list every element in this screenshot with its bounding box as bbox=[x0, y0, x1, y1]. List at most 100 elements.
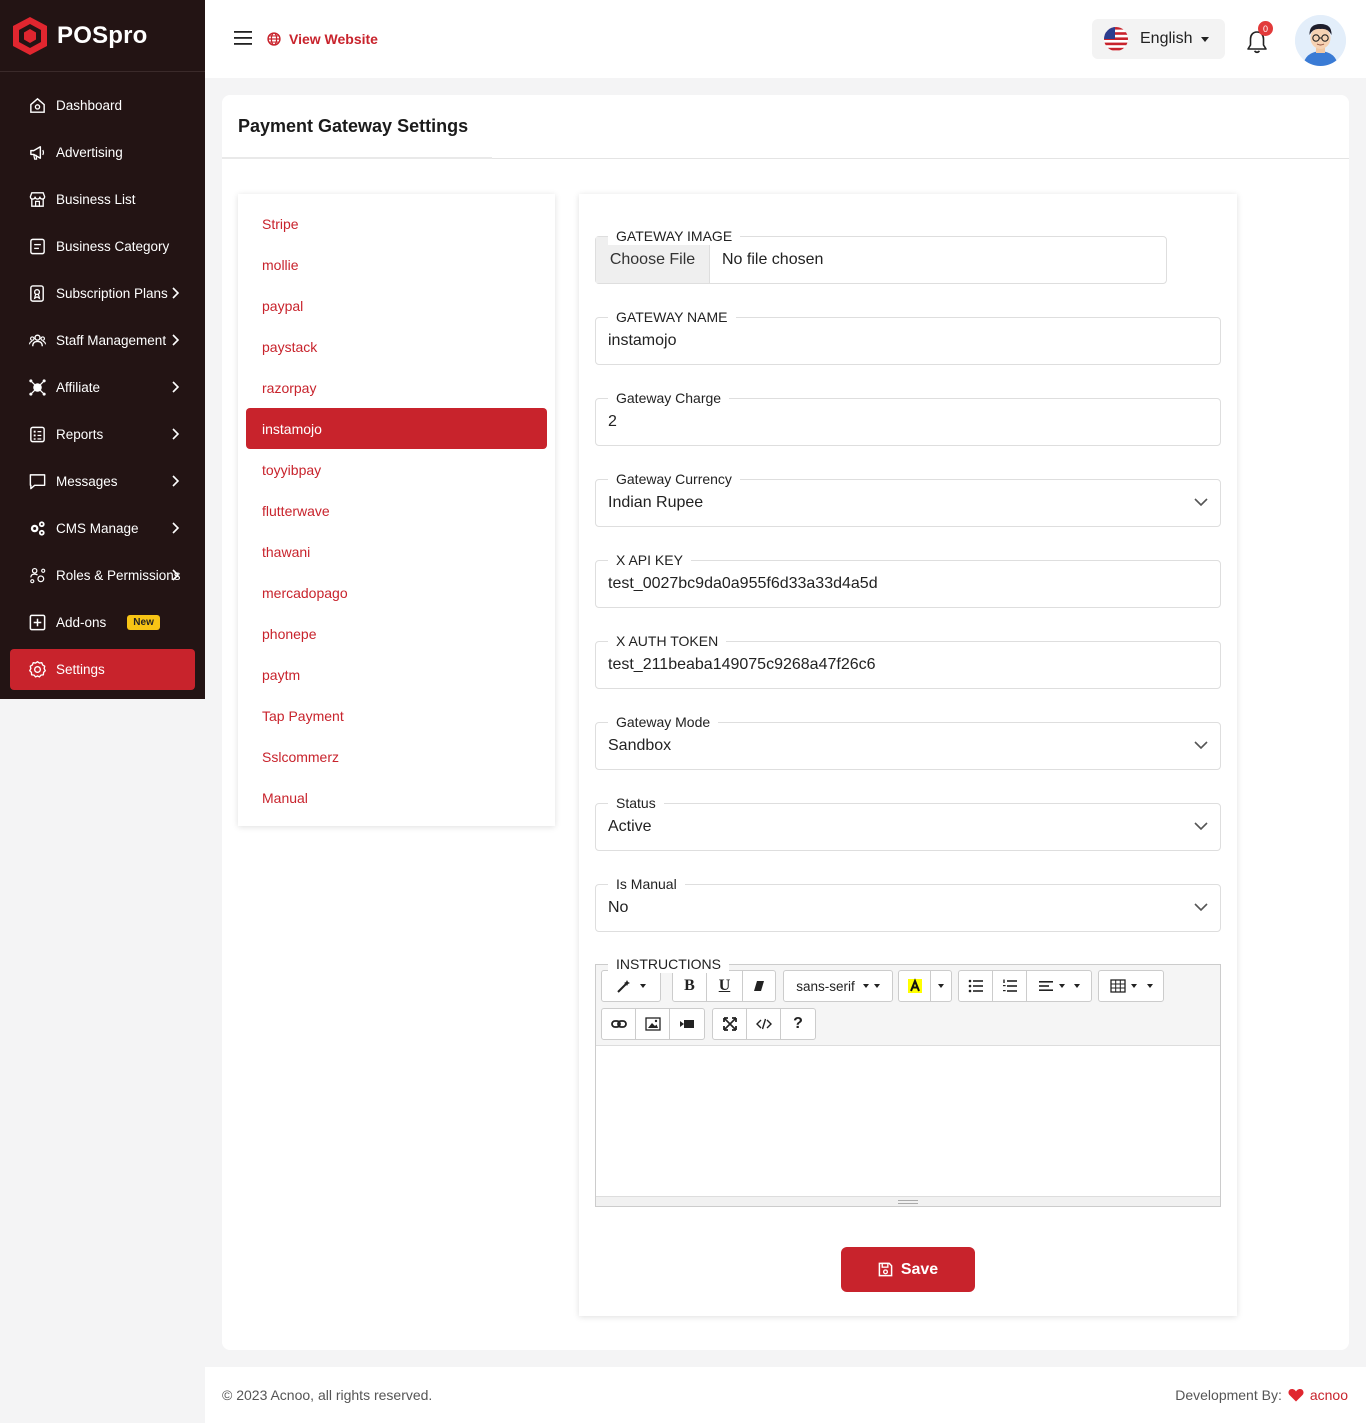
gateway-item-paystack[interactable]: paystack bbox=[246, 326, 547, 367]
editor-toolbar: B U sans-serif ? bbox=[596, 965, 1220, 1046]
sidebar-item-cms-manage[interactable]: CMS Manage bbox=[10, 508, 195, 549]
sidebar-item-reports[interactable]: Reports bbox=[10, 414, 195, 455]
insert-image-button[interactable] bbox=[636, 1009, 670, 1039]
status-label: Status bbox=[608, 794, 664, 812]
expand-icon bbox=[722, 1017, 737, 1031]
sidebar-item-business-category[interactable]: Business Category bbox=[10, 226, 195, 267]
gateway-item-mercadopago[interactable]: mercadopago bbox=[246, 572, 547, 613]
gateway-currency-select[interactable]: Gateway Currency Indian Rupee bbox=[595, 470, 1221, 527]
brand-name: POSpro bbox=[57, 21, 148, 49]
paragraph-align-button[interactable] bbox=[1027, 971, 1091, 1001]
instructions-textarea[interactable] bbox=[596, 1046, 1220, 1196]
megaphone-icon bbox=[27, 143, 47, 163]
table-button[interactable] bbox=[1099, 971, 1163, 1001]
view-website-link[interactable]: View Website bbox=[267, 31, 378, 47]
chevron-right-icon bbox=[172, 428, 180, 440]
magic-style-button[interactable] bbox=[602, 971, 660, 1001]
x-auth-token-input[interactable]: X AUTH TOKEN test_211beaba149075c9268a47… bbox=[595, 632, 1221, 689]
color-dropdown-button[interactable] bbox=[931, 971, 951, 1001]
heart-icon bbox=[1288, 1389, 1304, 1402]
gateway-item-razorpay[interactable]: razorpay bbox=[246, 367, 547, 408]
reports-icon bbox=[27, 425, 47, 445]
gateway-image-label: GATEWAY IMAGE bbox=[608, 227, 741, 245]
x-api-key-input[interactable]: X API KEY test_0027bc9da0a955f6d33a33d4a… bbox=[595, 551, 1221, 608]
list-icon bbox=[27, 237, 47, 257]
chevron-right-icon bbox=[172, 475, 180, 487]
eraser-button[interactable] bbox=[743, 971, 775, 1001]
staff-icon bbox=[27, 331, 47, 351]
save-label: Save bbox=[900, 1260, 939, 1278]
sidebar-item-label: Affiliate bbox=[56, 380, 101, 395]
sidebar-item-affiliate[interactable]: Affiliate bbox=[10, 367, 195, 408]
chevron-down-icon bbox=[1194, 903, 1208, 912]
table-icon bbox=[1109, 979, 1126, 993]
sidebar-item-dashboard[interactable]: Dashboard bbox=[10, 85, 195, 126]
gateway-form: Choose File No file chosen GATEWAY IMAGE… bbox=[579, 194, 1237, 1316]
sidebar-item-add-ons[interactable]: Add-ons New bbox=[10, 602, 195, 643]
underline-button[interactable]: U bbox=[707, 971, 743, 1001]
gateway-item-mollie[interactable]: mollie bbox=[246, 244, 547, 285]
insert-link-button[interactable] bbox=[602, 1009, 636, 1039]
numbered-list-icon bbox=[1002, 979, 1017, 992]
editor-resize-handle[interactable] bbox=[596, 1196, 1220, 1206]
brand[interactable]: POSpro bbox=[0, 0, 205, 72]
font-family-button[interactable]: sans-serif bbox=[784, 971, 892, 1001]
sidebar-item-roles-permissions[interactable]: Roles & Permissions bbox=[10, 555, 195, 596]
code-view-button[interactable] bbox=[747, 1009, 781, 1039]
gateway-item-manual[interactable]: Manual bbox=[246, 777, 547, 818]
is-manual-label: Is Manual bbox=[608, 875, 685, 893]
store-icon bbox=[27, 190, 47, 210]
eraser-icon bbox=[754, 981, 764, 991]
gateway-item-toyyibpay[interactable]: toyyibpay bbox=[246, 449, 547, 490]
sidebar-item-subscription-plans[interactable]: Subscription Plans bbox=[10, 273, 195, 314]
gateway-item-paypal[interactable]: paypal bbox=[246, 285, 547, 326]
is-manual-select[interactable]: Is Manual No bbox=[595, 875, 1221, 932]
sidebar-item-staff-management[interactable]: Staff Management bbox=[10, 320, 195, 361]
save-button[interactable]: Save bbox=[841, 1247, 975, 1292]
fullscreen-button[interactable] bbox=[713, 1009, 747, 1039]
text-color-button[interactable] bbox=[899, 971, 931, 1001]
gateway-charge-input[interactable]: Gateway Charge 2 bbox=[595, 389, 1221, 446]
gateway-item-stripe[interactable]: Stripe bbox=[246, 203, 547, 244]
hamburger-menu-icon[interactable] bbox=[234, 30, 252, 46]
developer-label: Development By: bbox=[1175, 1387, 1282, 1403]
developer-brand-link[interactable]: acnoo bbox=[1310, 1387, 1348, 1403]
ordered-list-button[interactable] bbox=[993, 971, 1027, 1001]
insert-video-button[interactable] bbox=[670, 1009, 704, 1039]
help-button[interactable]: ? bbox=[781, 1009, 815, 1039]
chevron-right-icon bbox=[172, 334, 180, 346]
message-icon bbox=[27, 472, 47, 492]
chevron-right-icon bbox=[172, 287, 180, 299]
gateway-image-field[interactable]: Choose File No file chosen GATEWAY IMAGE bbox=[595, 227, 1167, 284]
gateway-item-sslcommerz[interactable]: Sslcommerz bbox=[246, 736, 547, 777]
gateway-item-tap-payment[interactable]: Tap Payment bbox=[246, 695, 547, 736]
gateway-mode-select[interactable]: Gateway Mode Sandbox bbox=[595, 713, 1221, 770]
gateway-item-instamojo[interactable]: instamojo bbox=[246, 408, 547, 449]
top-header: View Website English 0 bbox=[205, 0, 1366, 78]
magic-wand-icon bbox=[617, 980, 630, 993]
x-api-key-label: X API KEY bbox=[608, 551, 691, 569]
gateway-item-phonepe[interactable]: phonepe bbox=[246, 613, 547, 654]
sidebar-item-advertising[interactable]: Advertising bbox=[10, 132, 195, 173]
pospro-logo-icon bbox=[13, 16, 47, 55]
gateway-item-flutterwave[interactable]: flutterwave bbox=[246, 490, 547, 531]
status-select[interactable]: Status Active bbox=[595, 794, 1221, 851]
align-left-icon bbox=[1039, 981, 1053, 991]
text-color-icon bbox=[907, 978, 922, 993]
sidebar-item-business-list[interactable]: Business List bbox=[10, 179, 195, 220]
globe-icon bbox=[267, 32, 281, 46]
unordered-list-button[interactable] bbox=[959, 971, 993, 1001]
bold-button[interactable]: B bbox=[673, 971, 707, 1001]
sidebar-item-label: Subscription Plans bbox=[56, 286, 168, 301]
gateway-item-paytm[interactable]: paytm bbox=[246, 654, 547, 695]
gateway-item-thawani[interactable]: thawani bbox=[246, 531, 547, 572]
sidebar-item-settings[interactable]: Settings bbox=[10, 649, 195, 690]
plus-square-icon bbox=[27, 613, 47, 633]
gateway-name-input[interactable]: GATEWAY NAME instamojo bbox=[595, 308, 1221, 365]
user-avatar[interactable] bbox=[1295, 15, 1346, 66]
font-group: sans-serif bbox=[783, 970, 893, 1002]
home-icon bbox=[27, 96, 47, 116]
instructions-editor: B U sans-serif ? INSTRUCTIONS bbox=[595, 955, 1221, 1207]
language-selector[interactable]: English bbox=[1092, 19, 1225, 59]
sidebar-item-messages[interactable]: Messages bbox=[10, 461, 195, 502]
